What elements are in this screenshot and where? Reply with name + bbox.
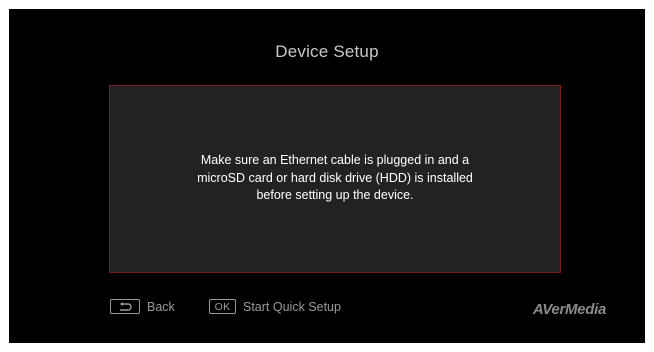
message-line-2: microSD card or hard disk drive (HDD) is…	[197, 170, 473, 185]
message-line-1: Make sure an Ethernet cable is plugged i…	[200, 153, 470, 167]
back-button[interactable]: Back	[110, 299, 175, 314]
return-arrow-icon	[110, 299, 140, 314]
message-line-3: before setting up the device.	[256, 188, 414, 202]
avermedia-logo: AVerMedia	[532, 301, 606, 318]
message-panel: Make sure an Ethernet cable is plugged i…	[109, 85, 561, 273]
page-title: Device Setup	[275, 42, 379, 61]
start-quick-setup-button[interactable]: OK Start Quick Setup	[209, 299, 341, 314]
setup-message: Make sure an Ethernet cable is plugged i…	[110, 152, 560, 205]
back-label: Back	[147, 299, 175, 314]
ok-key-icon: OK	[209, 299, 236, 314]
device-setup-screen: Device Setup Make sure an Ethernet cable…	[9, 9, 645, 343]
start-quick-setup-label: Start Quick Setup	[243, 299, 341, 314]
